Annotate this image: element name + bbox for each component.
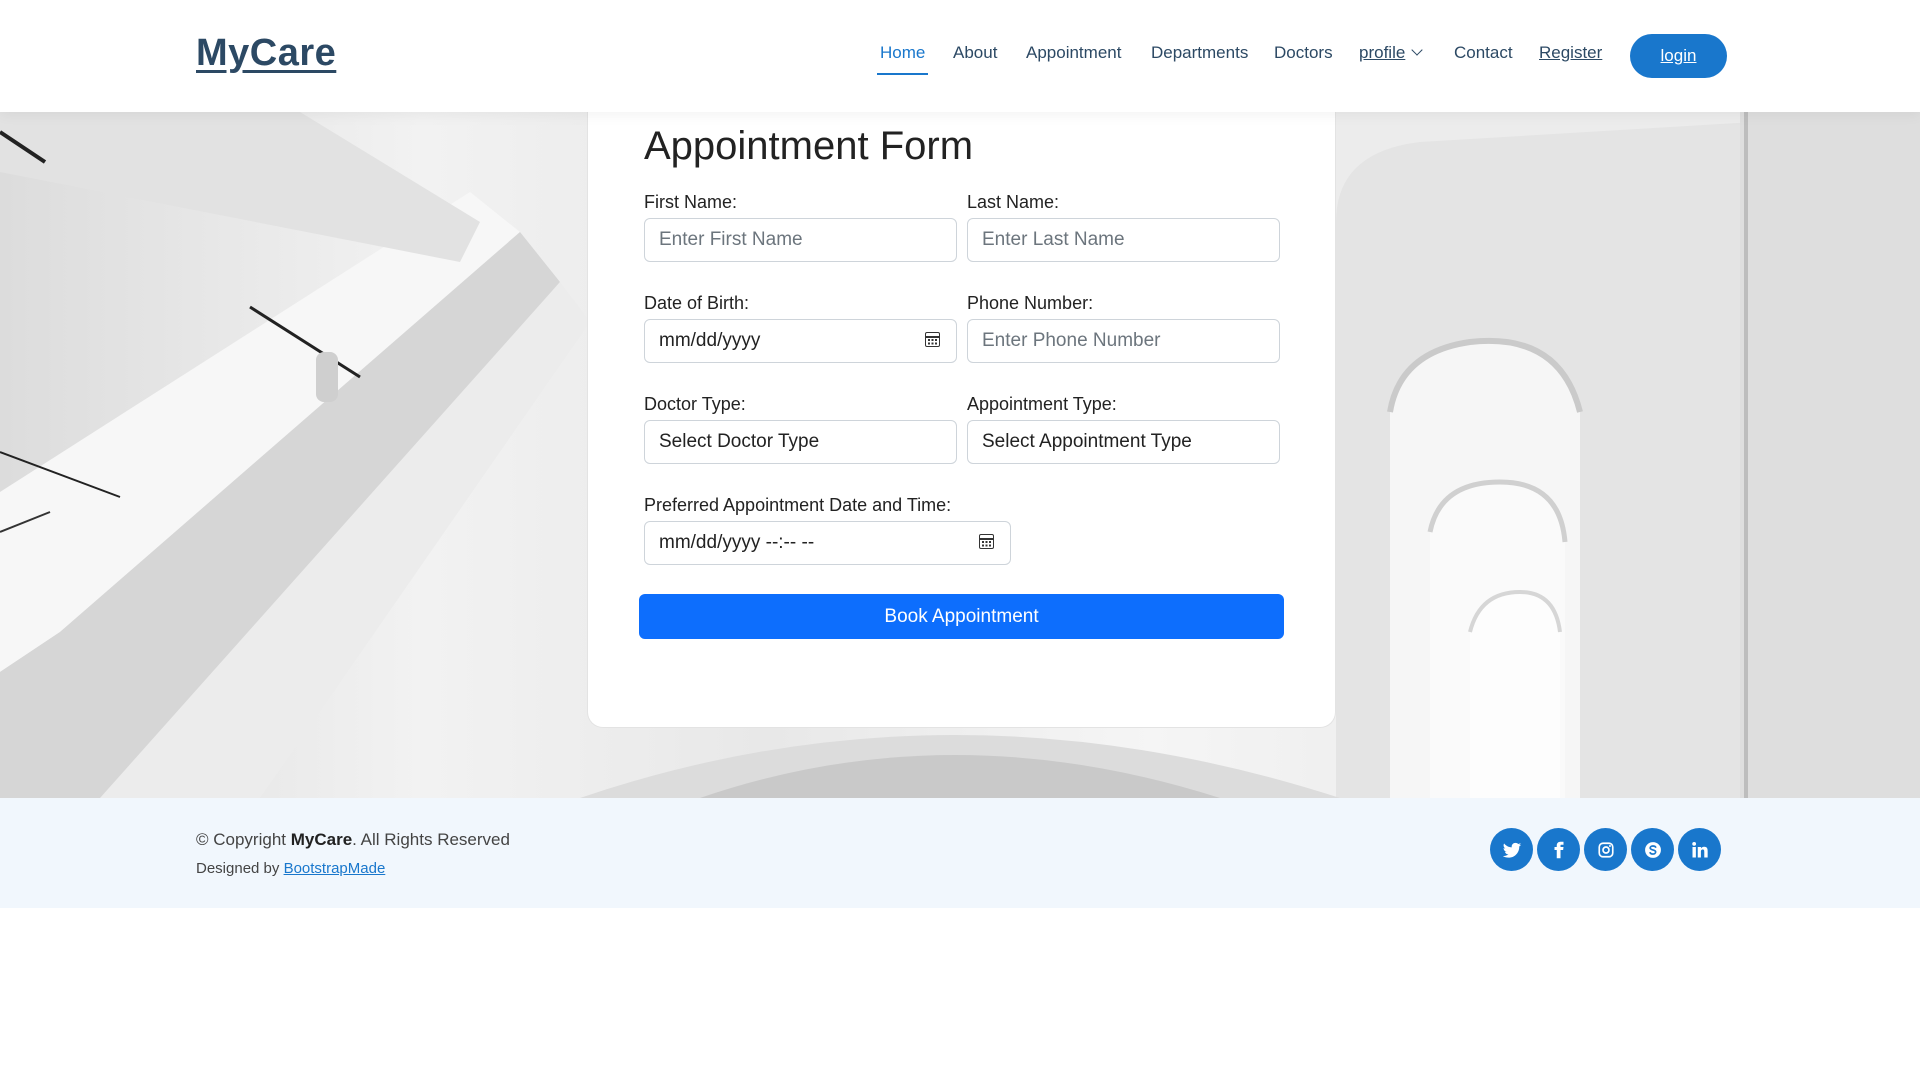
facebook-icon[interactable] (1537, 828, 1580, 871)
linkedin-icon[interactable] (1678, 828, 1721, 871)
site-footer: © Copyright MyCare. All Rights Reserved … (0, 798, 1920, 908)
preferred-datetime-value: mm/dd/yyyy --:-- -- (659, 532, 815, 553)
form-title: Appointment Form (644, 124, 974, 168)
nav-profile-dropdown[interactable]: profile (1359, 43, 1423, 63)
book-appointment-button[interactable]: Book Appointment (639, 594, 1284, 639)
instagram-icon[interactable] (1584, 828, 1627, 871)
hero-background: Appointment Form First Name: Enter First… (0, 112, 1920, 798)
dob-date-input[interactable]: mm/dd/yyyy (644, 319, 957, 363)
dob-value: mm/dd/yyyy (659, 330, 761, 351)
skype-icon[interactable] (1631, 828, 1674, 871)
copyright-brand: MyCare (290, 830, 353, 849)
doctor-type-select[interactable]: Select Doctor Type (644, 420, 957, 464)
appointment-type-select[interactable]: Select Appointment Type (967, 420, 1280, 464)
nav-doctors[interactable]: Doctors (1274, 43, 1333, 63)
calendar-icon[interactable] (979, 534, 994, 549)
copyright-suffix: . All Rights Reserved (352, 830, 510, 849)
chevron-down-icon (1411, 44, 1423, 56)
nav-contact[interactable]: Contact (1454, 43, 1513, 63)
nav-about[interactable]: About (953, 43, 997, 63)
preferred-datetime-input[interactable]: mm/dd/yyyy --:-- -- (644, 521, 1011, 565)
bootstrapmade-link[interactable]: BootstrapMade (284, 860, 386, 877)
nav-profile-label: profile (1359, 43, 1406, 62)
site-header: MyCare Home About Appointment Department… (0, 0, 1920, 112)
appointment-type-label: Appointment Type: (967, 394, 1117, 414)
calendar-icon[interactable] (925, 332, 940, 347)
designed-prefix: Designed by (196, 860, 284, 877)
last-name-input[interactable]: Enter Last Name (967, 218, 1280, 262)
designed-by-text: Designed by BootstrapMade (196, 860, 385, 877)
doctor-type-label: Doctor Type: (644, 394, 746, 414)
first-name-label: First Name: (644, 192, 738, 212)
dob-label: Date of Birth: (644, 293, 750, 313)
preferred-datetime-label: Preferred Appointment Date and Time: (644, 495, 952, 515)
nav-departments[interactable]: Departments (1151, 43, 1248, 63)
nav-home[interactable]: Home (876, 43, 929, 75)
appointment-form-card: Appointment Form First Name: Enter First… (587, 112, 1336, 728)
first-name-input[interactable]: Enter First Name (644, 218, 957, 262)
twitter-icon[interactable] (1490, 828, 1533, 871)
phone-input[interactable]: Enter Phone Number (967, 319, 1280, 363)
copyright-text: © Copyright MyCare. All Rights Reserved (196, 830, 510, 850)
nav-register[interactable]: Register (1539, 43, 1602, 63)
login-button[interactable]: login (1630, 34, 1727, 78)
nav-appointment[interactable]: Appointment (1026, 43, 1121, 63)
phone-label: Phone Number: (967, 293, 1094, 313)
last-name-label: Last Name: (967, 192, 1060, 212)
copyright-prefix: © Copyright (196, 830, 291, 849)
